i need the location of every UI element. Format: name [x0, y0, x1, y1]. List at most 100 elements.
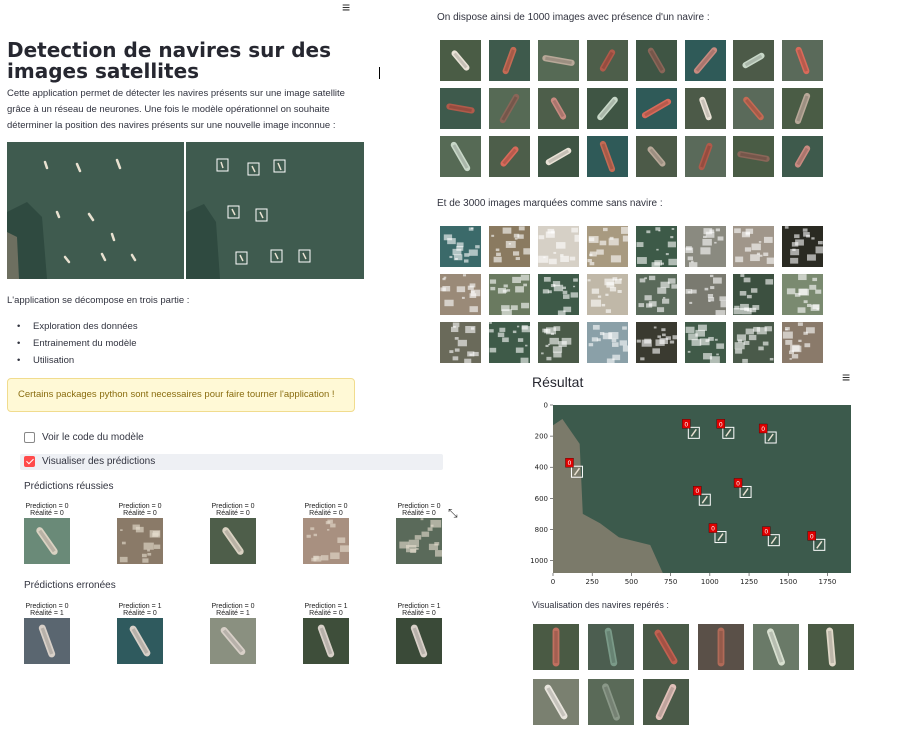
- reality-label: Réalité = 0: [402, 610, 436, 617]
- reality-label: Réalité = 1: [30, 610, 64, 617]
- satellite-image-detected: [186, 142, 364, 279]
- detection-label: 0: [810, 533, 814, 540]
- detected-heading: Visualisation des navires repérés :: [532, 600, 669, 610]
- detected-ship-image: [588, 679, 634, 725]
- detection-label: 0: [761, 426, 765, 433]
- prediction-label: Prediction = 0: [25, 503, 69, 510]
- y-tick-label: 1000: [530, 557, 548, 565]
- y-tick-label: 600: [535, 495, 548, 503]
- ship-image-tile: [684, 40, 726, 81]
- noship-image-tile: [488, 274, 530, 315]
- result-title: Résultat: [532, 374, 584, 390]
- error-heading: Prédictions erronées: [24, 580, 116, 591]
- x-tick-label: 250: [586, 578, 599, 586]
- ship-image-tile: [537, 136, 579, 177]
- prediction-label: Prediction = 1: [397, 603, 441, 610]
- reality-label: Réalité = 1: [216, 610, 250, 617]
- x-tick-label: 0: [551, 578, 555, 586]
- ship-image-tile: [782, 40, 824, 81]
- predictions-checkbox[interactable]: [24, 456, 35, 467]
- satellite-image-original: [7, 142, 184, 279]
- success-heading: Prédictions réussies: [24, 481, 114, 492]
- fullscreen-icon[interactable]: ⤡: [448, 506, 458, 521]
- ship-image-tile: [782, 88, 824, 129]
- code-checkbox-label[interactable]: Voir le code du modèle: [42, 432, 144, 443]
- prediction-label: Prediction = 1: [118, 603, 162, 610]
- reality-label: Réalité = 0: [309, 610, 343, 617]
- noship-image-tile: [635, 274, 677, 315]
- noship-image-tile: [586, 274, 628, 315]
- prediction-label: Prediction = 0: [211, 603, 255, 610]
- noship-image-tile: [488, 322, 530, 363]
- code-checkbox[interactable]: [24, 432, 35, 443]
- error-prediction-image: [396, 618, 442, 664]
- detection-label: 0: [568, 460, 572, 467]
- prediction-label: Prediction = 0: [118, 503, 162, 510]
- ship-image-tile: [488, 40, 530, 81]
- ship-image-tile: [586, 136, 628, 177]
- ship-image-tile: [440, 136, 481, 177]
- ship-image-tile: [733, 136, 775, 177]
- reality-label: Réalité = 0: [402, 510, 436, 517]
- noship-image-tile: [782, 322, 824, 363]
- noship-image-tile: [782, 226, 824, 267]
- ship-image-tile: [586, 88, 628, 129]
- noship-image-tile: [684, 274, 726, 315]
- ship-image-tile: [782, 136, 824, 177]
- x-tick-label: 750: [664, 578, 677, 586]
- detection-label: 0: [695, 488, 699, 495]
- ship-image-tile: [635, 40, 677, 81]
- bullet-usage: Utilisation: [17, 352, 74, 369]
- result-chart: 0 250 500 750 1000 1250 1500 1750 0 200 400 600 800 1…: [530, 402, 851, 586]
- detected-ship-image: [698, 624, 744, 670]
- error-prediction-image: [303, 618, 349, 664]
- bullet-training: Entrainement du modèle: [17, 335, 136, 352]
- x-tick-label: 1750: [819, 578, 837, 586]
- ship-image-tile: [586, 40, 628, 81]
- ships-heading: On dispose ainsi de 1000 images avec pré…: [437, 12, 710, 23]
- prediction-label: Prediction = 0: [25, 603, 69, 610]
- noship-image-tile: [635, 322, 677, 363]
- noship-image-tile: [782, 274, 824, 315]
- error-prediction-image: [24, 618, 70, 664]
- error-prediction-image: [210, 618, 256, 664]
- reality-label: Réalité = 0: [309, 510, 343, 517]
- noships-heading: Et de 3000 images marquées comme sans na…: [437, 198, 663, 209]
- ship-image-tile: [684, 136, 726, 177]
- detected-ship-image: [643, 624, 689, 670]
- ship-image-tile: [488, 136, 530, 177]
- noship-image-tile: [586, 226, 628, 267]
- noship-image-tile: [537, 226, 579, 267]
- y-tick-label: 800: [535, 526, 548, 534]
- ship-image-tile: [733, 88, 775, 129]
- detection-label: 0: [764, 529, 768, 536]
- page-title: Detection de navires sur des images sate…: [7, 38, 332, 83]
- detected-ship-image: [533, 624, 579, 670]
- prediction-label: Prediction = 0: [397, 503, 441, 510]
- success-prediction-image: [210, 518, 256, 564]
- prediction-label: Prediction = 1: [304, 603, 348, 610]
- reality-label: Réalité = 0: [123, 510, 157, 517]
- y-tick-label: 0: [544, 402, 548, 410]
- predictions-checkbox-label[interactable]: Visualiser des prédictions: [42, 456, 155, 467]
- noship-image-tile: [440, 226, 481, 267]
- x-tick-label: 500: [625, 578, 638, 586]
- x-tick-label: 1500: [779, 578, 797, 586]
- noship-image-tile: [440, 322, 481, 363]
- hamburger-menu-icon[interactable]: ≡: [342, 0, 350, 14]
- detection-label: 0: [684, 421, 688, 428]
- prediction-label: Prediction = 0: [304, 503, 348, 510]
- success-prediction-image: [24, 518, 70, 564]
- detected-ship-image: [588, 624, 634, 670]
- success-prediction-image: [303, 518, 349, 564]
- result-menu-icon[interactable]: ≡: [842, 370, 850, 384]
- ship-image-tile: [635, 136, 677, 177]
- text-cursor: [379, 67, 380, 79]
- success-prediction-image: [117, 518, 163, 564]
- noship-image-tile: [537, 322, 579, 363]
- ship-image-tile: [537, 40, 579, 81]
- prediction-label: Prediction = 0: [211, 503, 255, 510]
- intro-paragraph: Cette application permet de détecter les…: [7, 88, 345, 131]
- ship-image-tile: [440, 40, 481, 81]
- detection-label: 0: [719, 421, 723, 428]
